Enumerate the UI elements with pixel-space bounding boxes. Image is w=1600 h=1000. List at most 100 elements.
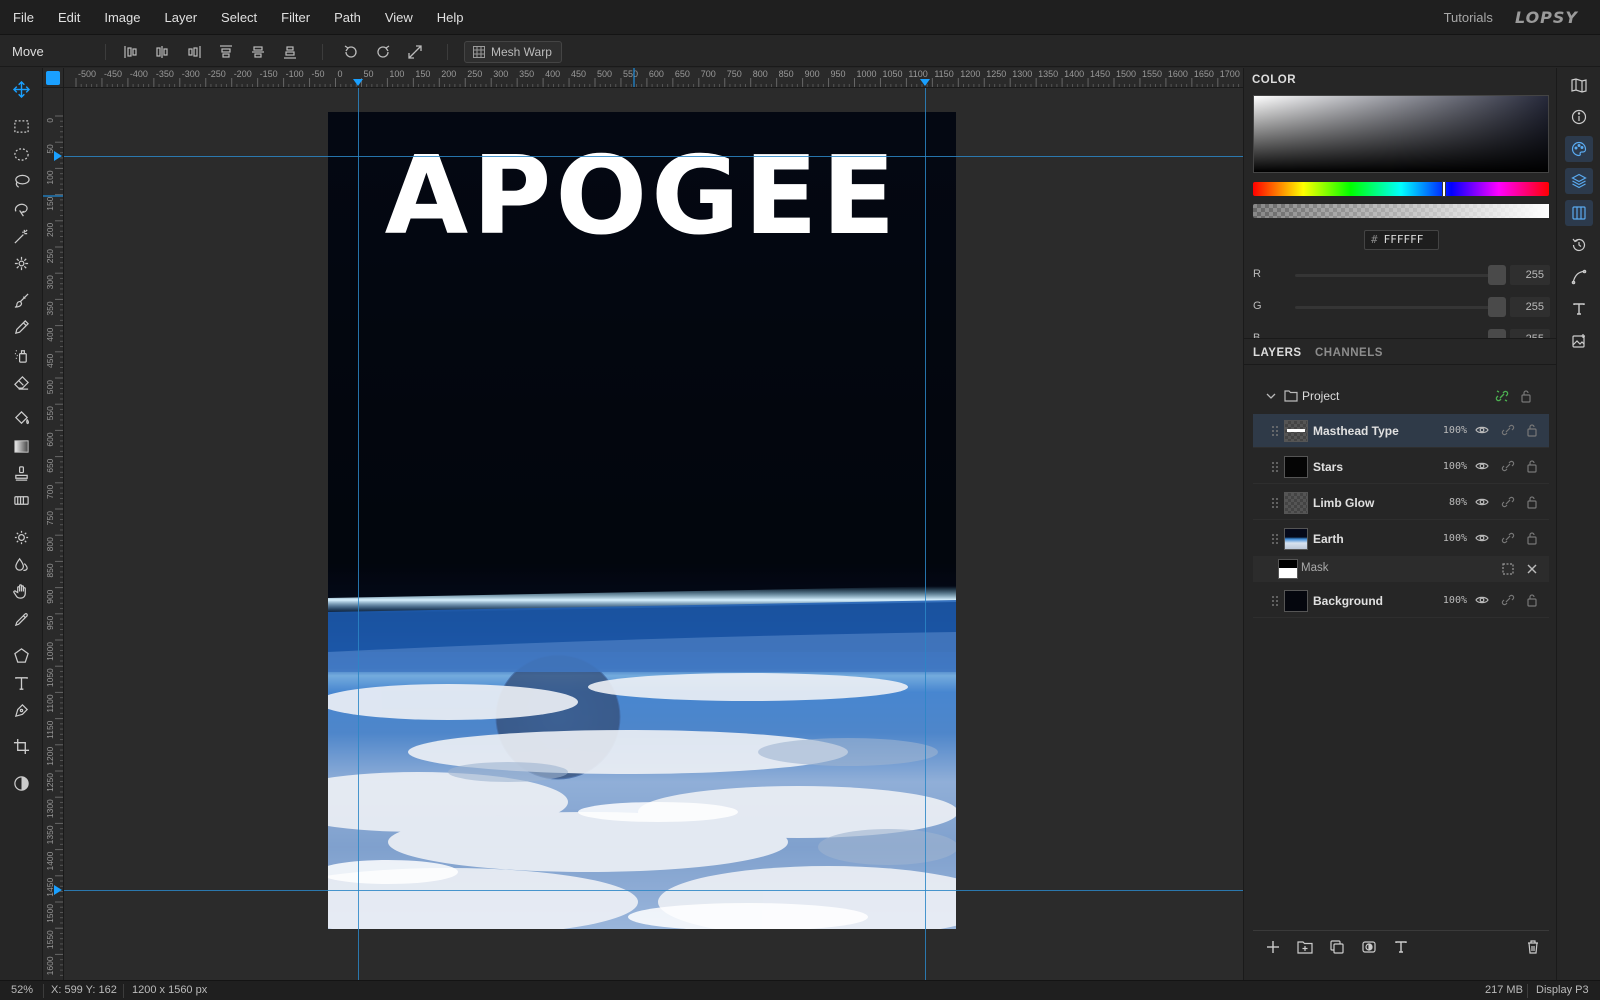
channel-knob[interactable] (1488, 265, 1506, 285)
align-hcenter-icon[interactable] (151, 41, 173, 63)
menu-help[interactable]: Help (425, 0, 476, 35)
zoom-level[interactable]: 52% (11, 984, 33, 996)
layer-row-background[interactable]: Background 100% (1253, 584, 1549, 618)
drag-handle-icon[interactable] (1270, 594, 1280, 608)
horizontal-guide[interactable] (64, 890, 1243, 891)
ellipse-select-icon[interactable] (7, 141, 36, 167)
crop-icon[interactable] (7, 733, 36, 759)
layer-opacity[interactable]: 100% (1425, 595, 1467, 606)
lock-icon[interactable] (1525, 495, 1541, 511)
align-vcenter-icon[interactable] (247, 41, 269, 63)
channel-value[interactable]: 255 (1510, 265, 1550, 285)
type-panel-icon[interactable] (1565, 296, 1593, 322)
rotate-left-icon[interactable] (340, 41, 362, 63)
hex-input[interactable]: # FFFFFF (1364, 230, 1439, 250)
add-layer-icon[interactable] (1265, 939, 1283, 957)
layer-mask-row[interactable]: Mask (1253, 556, 1549, 582)
menu-edit[interactable]: Edit (46, 0, 92, 35)
blur-icon[interactable] (7, 551, 36, 577)
brush-icon[interactable] (7, 287, 36, 313)
drag-handle-icon[interactable] (1270, 424, 1280, 438)
mesh-warp-button[interactable]: Mesh Warp (464, 41, 562, 63)
polygon-icon[interactable] (7, 642, 36, 668)
gradient-icon[interactable] (7, 433, 36, 459)
color-profile[interactable]: Display P3 (1536, 984, 1589, 996)
lasso-icon[interactable] (7, 168, 36, 194)
horizontal-ruler[interactable]: -500 -450 -400 -350 -300 -250 -200 -150 -100 -50 0… (64, 68, 1243, 88)
lock-icon[interactable] (1525, 423, 1541, 439)
eraser-icon[interactable] (7, 369, 36, 395)
panel-divider[interactable] (1244, 338, 1557, 339)
text-layer-icon[interactable] (1393, 939, 1411, 957)
align-right-icon[interactable] (183, 41, 205, 63)
bucket-icon[interactable] (7, 405, 36, 431)
drag-handle-icon[interactable] (1270, 496, 1280, 510)
tab-color[interactable]: COLOR (1252, 74, 1296, 92)
tutorials-link[interactable]: Tutorials (1444, 10, 1493, 25)
align-bottom-icon[interactable] (279, 41, 301, 63)
horizontal-guide[interactable] (64, 156, 1243, 157)
magic-wand-icon[interactable] (7, 223, 36, 249)
ruler-corner[interactable] (43, 68, 64, 88)
layer-opacity[interactable]: 100% (1425, 533, 1467, 544)
image-panel-icon[interactable] (1565, 328, 1593, 354)
eye-icon[interactable] (1475, 531, 1491, 547)
adjustment-icon[interactable] (1361, 939, 1379, 957)
channel-track[interactable] (1295, 306, 1495, 309)
expand-icon[interactable] (404, 41, 426, 63)
vertical-ruler[interactable]: 0 50 100 150 200 250 300 350 400 450 500 550 600 650 7… (43, 88, 64, 980)
menu-path[interactable]: Path (322, 0, 373, 35)
mask-select-icon[interactable] (1501, 562, 1515, 576)
align-top-icon[interactable] (215, 41, 237, 63)
hue-slider[interactable] (1253, 181, 1549, 197)
layer-row-masthead-type[interactable]: Masthead Type 100% (1253, 414, 1549, 448)
pencil-icon[interactable] (7, 314, 36, 340)
link-icon[interactable] (1495, 389, 1509, 403)
duplicate-icon[interactable] (1329, 939, 1347, 957)
channel-knob[interactable] (1488, 297, 1506, 317)
layer-group-project[interactable]: Project (1253, 380, 1549, 412)
layer-row-earth[interactable]: Earth 100% (1253, 522, 1549, 556)
vertical-guide[interactable] (358, 88, 359, 980)
color-field[interactable] (1253, 95, 1549, 173)
eye-icon[interactable] (1475, 593, 1491, 609)
layer-row-stars[interactable]: Stars 100% (1253, 450, 1549, 484)
type-icon[interactable] (7, 670, 36, 696)
history-icon[interactable] (1565, 232, 1593, 258)
chevron-down-icon[interactable] (1265, 390, 1277, 402)
layer-opacity[interactable]: 100% (1425, 425, 1467, 436)
channel-value[interactable]: 255 (1510, 329, 1550, 338)
canvas-area[interactable]: APOGEE (64, 88, 1243, 980)
menu-select[interactable]: Select (209, 0, 269, 35)
hand-icon[interactable] (7, 578, 36, 604)
layers-icon[interactable] (1565, 168, 1593, 194)
menu-layer[interactable]: Layer (153, 0, 210, 35)
lock-icon[interactable] (1525, 531, 1541, 547)
palette-icon[interactable] (1565, 136, 1593, 162)
channel-knob[interactable] (1488, 329, 1506, 338)
eye-icon[interactable] (1475, 459, 1491, 475)
pen-icon[interactable] (7, 697, 36, 723)
quick-select-icon[interactable] (7, 250, 36, 276)
stamp-icon[interactable] (7, 460, 36, 486)
tab-channels[interactable]: CHANNELS (1315, 347, 1383, 359)
menu-file[interactable]: File (0, 0, 46, 35)
alpha-slider[interactable] (1253, 204, 1549, 218)
link-icon[interactable] (1501, 423, 1517, 439)
lock-icon[interactable] (1525, 459, 1541, 475)
hue-handle[interactable] (1442, 181, 1446, 197)
patch-icon[interactable] (7, 487, 36, 513)
channel-value[interactable]: 255 (1510, 297, 1550, 317)
menu-image[interactable]: Image (92, 0, 152, 35)
info-icon[interactable] (1565, 104, 1593, 130)
tab-layers[interactable]: LAYERS (1253, 347, 1302, 359)
map-icon[interactable] (1565, 72, 1593, 98)
move-tool-icon[interactable] (7, 76, 36, 102)
link-icon[interactable] (1501, 593, 1517, 609)
align-left-icon[interactable] (120, 41, 142, 63)
layer-opacity[interactable]: 80% (1425, 497, 1467, 508)
eye-icon[interactable] (1475, 495, 1491, 511)
vertical-guide[interactable] (925, 88, 926, 980)
drag-handle-icon[interactable] (1270, 532, 1280, 546)
drag-handle-icon[interactable] (1270, 460, 1280, 474)
